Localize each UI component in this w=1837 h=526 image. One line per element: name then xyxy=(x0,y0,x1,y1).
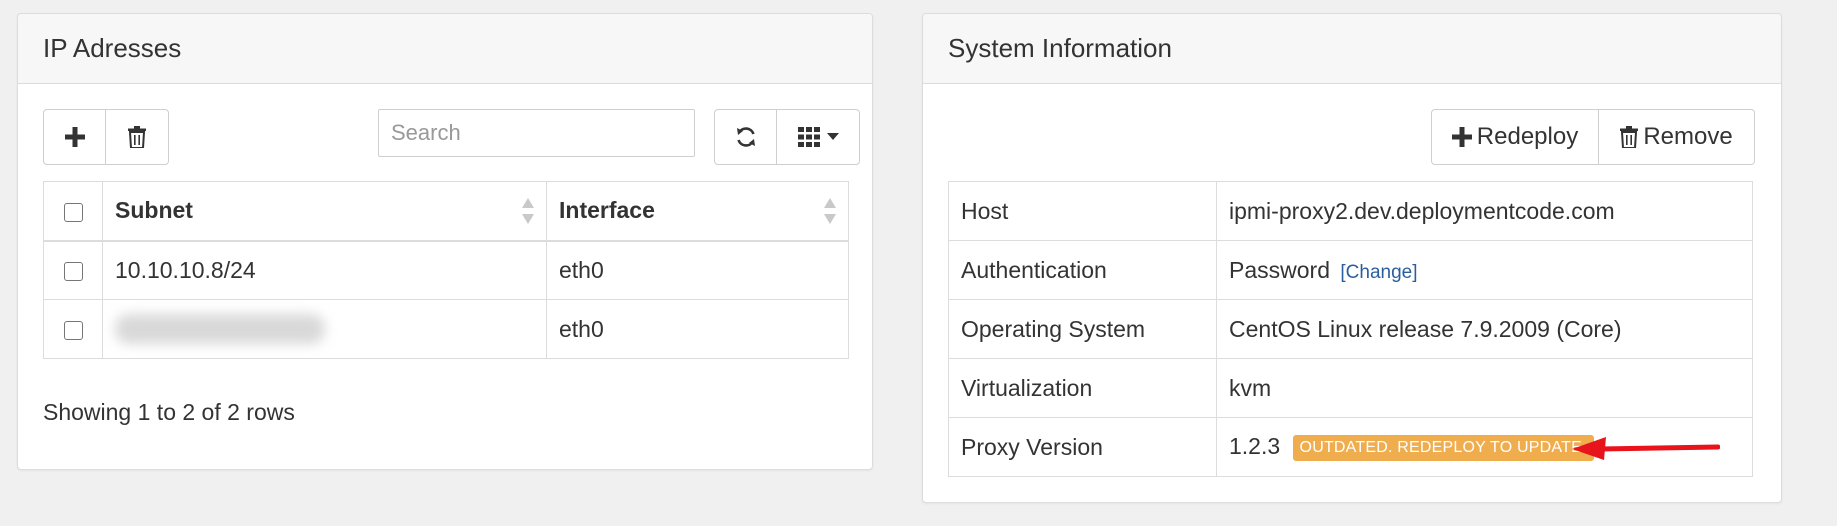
ip-addresses-panel: IP Adresses Search Subnet Interface 10.1… xyxy=(17,13,873,470)
ip-addresses-panel-title: IP Adresses xyxy=(18,14,872,84)
system-toolbar: Redeploy Remove xyxy=(1431,109,1755,165)
plus-icon xyxy=(64,127,85,147)
system-information-panel-title: System Information xyxy=(923,14,1781,84)
delete-ip-button[interactable] xyxy=(106,109,169,165)
column-header-label: Subnet xyxy=(115,197,193,224)
trash-icon xyxy=(1620,126,1639,148)
table-tools-group xyxy=(714,109,860,165)
trash-icon xyxy=(128,126,146,148)
row-checkbox[interactable] xyxy=(63,262,83,282)
search-input[interactable] xyxy=(378,109,695,157)
table-row[interactable]: eth0 xyxy=(43,299,849,359)
ip-action-group xyxy=(43,109,169,165)
outdated-badge: OUTDATED. REDEPLOY TO UPDATE. xyxy=(1292,434,1594,461)
redacted-blur xyxy=(115,314,325,344)
info-value: CentOS Linux release 7.9.2009 (Core) xyxy=(1216,299,1753,359)
info-row-host: Host ipmi-proxy2.dev.deploymentcode.com xyxy=(948,181,1753,241)
sort-icon xyxy=(824,197,836,224)
interface-cell: eth0 xyxy=(546,240,849,300)
info-value: ipmi-proxy2.dev.deploymentcode.com xyxy=(1216,181,1753,241)
add-ip-button[interactable] xyxy=(43,109,106,165)
columns-dropdown-button[interactable] xyxy=(777,109,860,165)
plus-icon xyxy=(1451,127,1472,147)
select-all-cell xyxy=(43,181,103,241)
system-information-panel: System Information Redeploy Remove Host … xyxy=(922,13,1782,503)
info-label: Authentication xyxy=(948,240,1217,300)
info-value: 1.2.3 xyxy=(1229,433,1281,460)
subnet-cell: 10.10.10.8/24 xyxy=(102,240,547,300)
row-select-cell xyxy=(43,299,103,359)
subnet-cell-redacted xyxy=(102,299,547,359)
remove-label: Remove xyxy=(1643,123,1733,150)
row-checkbox[interactable] xyxy=(63,320,83,340)
ip-addresses-table: Subnet Interface 10.10.10.8/24 eth0 eth0 xyxy=(43,181,849,359)
info-row-operating-system: Operating System CentOS Linux release 7.… xyxy=(948,299,1753,359)
remove-button[interactable]: Remove xyxy=(1599,109,1755,165)
pagination-info: Showing 1 to 2 of 2 rows xyxy=(43,399,295,425)
change-auth-link[interactable]: [Change] xyxy=(1340,262,1417,283)
table-row[interactable]: 10.10.10.8/24 eth0 xyxy=(43,240,849,300)
column-header-subnet[interactable]: Subnet xyxy=(102,181,547,241)
refresh-icon xyxy=(736,127,755,147)
select-all-checkbox[interactable] xyxy=(63,202,83,222)
row-select-cell xyxy=(43,240,103,300)
system-info-table: Host ipmi-proxy2.dev.deploymentcode.com … xyxy=(948,181,1753,477)
ip-toolbar-right xyxy=(714,109,860,165)
system-action-group: Redeploy Remove xyxy=(1431,109,1755,165)
info-label: Host xyxy=(948,181,1217,241)
info-label: Operating System xyxy=(948,299,1217,359)
column-header-interface[interactable]: Interface xyxy=(546,181,849,241)
refresh-button[interactable] xyxy=(714,109,777,165)
table-header-row: Subnet Interface xyxy=(43,181,849,241)
info-value: kvm xyxy=(1216,358,1753,418)
sort-icon xyxy=(522,197,534,224)
info-row-authentication: Authentication Password [Change] xyxy=(948,240,1753,300)
info-row-virtualization: Virtualization kvm xyxy=(948,358,1753,418)
ip-toolbar-left xyxy=(43,109,169,165)
info-value: Password xyxy=(1229,256,1330,283)
redeploy-label: Redeploy xyxy=(1476,123,1579,150)
red-arrow-icon xyxy=(1572,437,1720,460)
info-label: Virtualization xyxy=(948,358,1217,418)
info-label: Proxy Version xyxy=(948,417,1217,477)
column-header-label: Interface xyxy=(559,197,655,224)
redeploy-button[interactable]: Redeploy xyxy=(1431,109,1599,165)
info-value-cell: Password [Change] xyxy=(1216,240,1753,300)
caret-down-icon xyxy=(826,133,839,140)
grid-columns-icon xyxy=(797,127,820,147)
interface-cell: eth0 xyxy=(546,299,849,359)
